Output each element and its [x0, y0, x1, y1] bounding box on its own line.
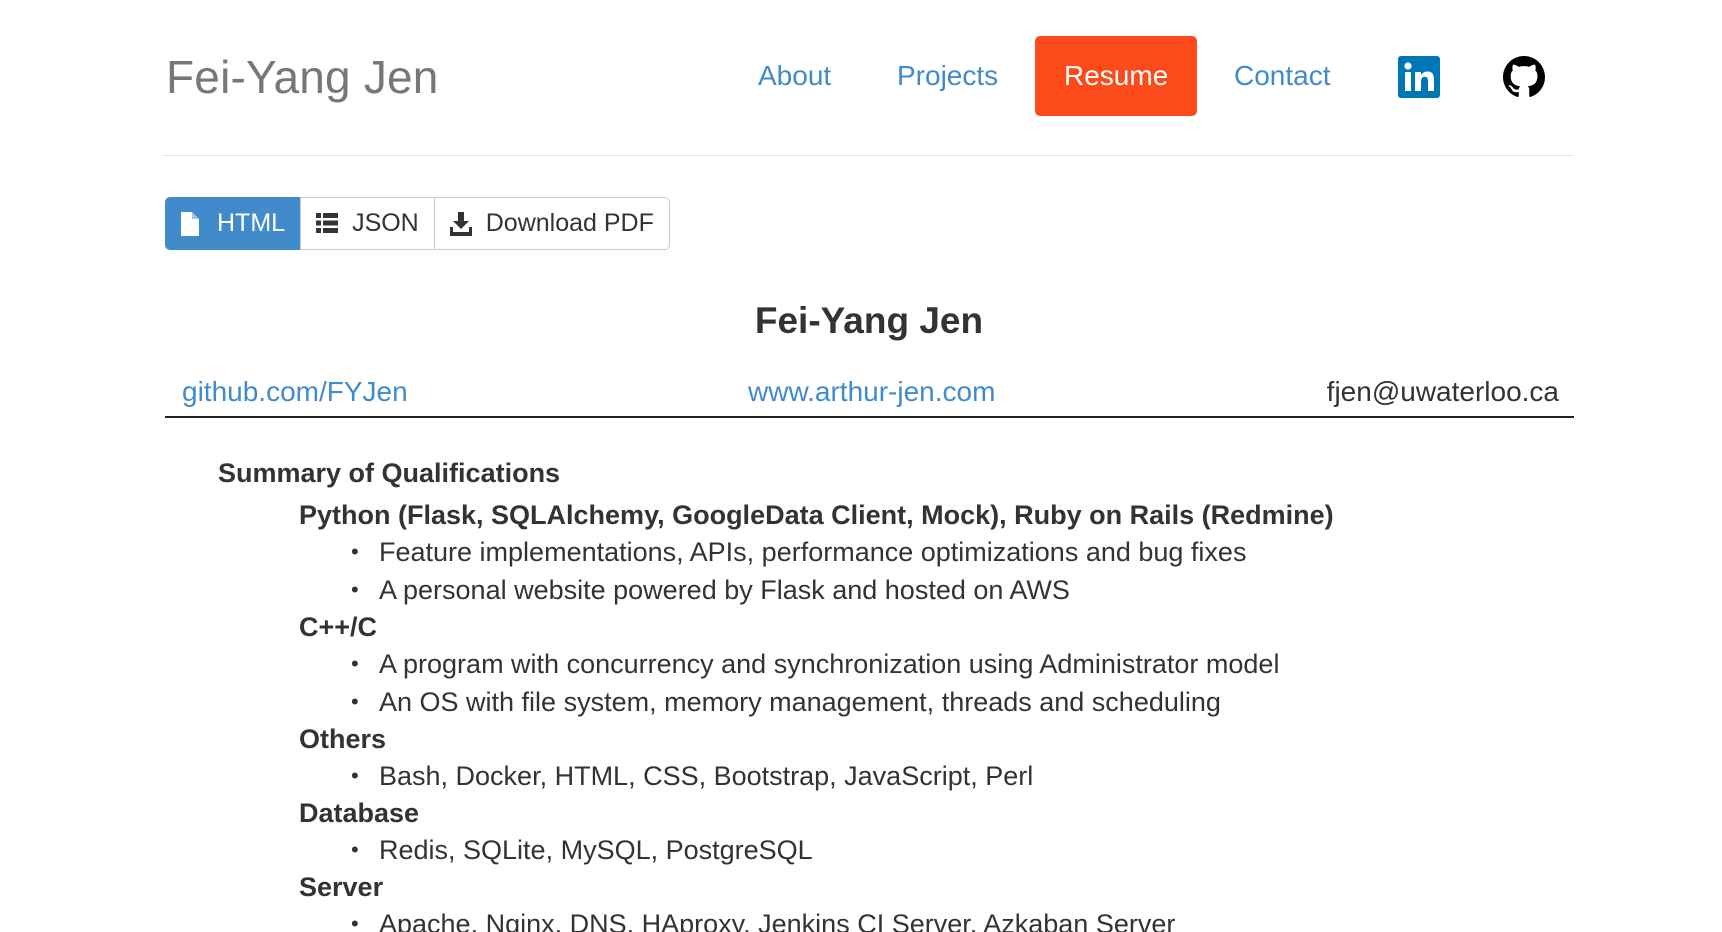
resume-contact-row: github.com/FYJen www.arthur-jen.com fjen… — [165, 368, 1574, 418]
list-item-text: Feature implementations, APIs, performan… — [379, 537, 1247, 567]
resume-name: Fei-Yang Jen — [754, 300, 984, 341]
github-link[interactable]: github.com/FYJen — [182, 376, 408, 408]
email-text: fjen@uwaterloo.ca — [1326, 376, 1559, 407]
list-item-text: Apache, Nginx, DNS, HAproxy, Jenkins CI … — [379, 909, 1176, 932]
format-button-group: HTML JSON Download PDF — [165, 197, 670, 250]
main-nav: About Projects Resume Contact — [164, 36, 1573, 116]
list-icon — [316, 212, 339, 236]
html-button[interactable]: HTML — [165, 197, 302, 250]
nav-projects[interactable]: Projects — [897, 36, 998, 116]
list-item: • Apache, Nginx, DNS, HAproxy, Jenkins CI… — [299, 905, 1549, 932]
nav-resume[interactable]: Resume — [1035, 36, 1198, 116]
list-item-text: Bash, Docker, HTML, CSS, Bootstrap, Java… — [379, 761, 1034, 791]
summary-title: Summary of Qualifications — [218, 458, 561, 488]
page: Fei-Yang Jen About Projects Resume Conta… — [0, 0, 1722, 932]
list-item: • A program with concurrency and synchron… — [351, 649, 1280, 679]
list-item: • A personal website powered by Flask and… — [351, 575, 1070, 605]
website-link[interactable]: www.arthur-jen.com — [748, 376, 995, 408]
site-header: Fei-Yang Jen About Projects Resume Conta… — [164, 0, 1573, 156]
list-item: • Bash, Docker, HTML, CSS, Bootstrap, Jav… — [351, 761, 1034, 791]
category-title: Others — [299, 724, 387, 754]
nav-contact[interactable]: Contact — [1234, 36, 1331, 116]
category-title: C++/C — [299, 612, 378, 642]
html-button-label: HTML — [217, 209, 286, 237]
list-item: • Redis, SQLite, MySQL, PostgreSQL — [351, 835, 813, 865]
category-title: Python (Flask, SQLAlchemy, GoogleData Cl… — [299, 500, 1334, 530]
github-icon[interactable] — [1503, 56, 1545, 98]
list-item-text: A personal website powered by Flask and … — [379, 575, 1070, 605]
download-pdf-button[interactable]: Download PDF — [433, 197, 670, 250]
nav-about[interactable]: About — [758, 36, 831, 116]
download-icon — [449, 211, 472, 236]
category-title: Database — [299, 798, 420, 828]
list-item-text: A program with concurrency and synchroni… — [379, 649, 1280, 679]
list-item: • Feature implementations, APIs, performa… — [351, 537, 1247, 567]
linkedin-icon[interactable] — [1398, 56, 1440, 98]
json-button[interactable]: JSON — [300, 197, 435, 250]
category-title: Server — [299, 872, 384, 902]
file-icon — [181, 211, 203, 236]
list-item: • An OS with file system, memory manageme… — [351, 687, 1221, 717]
download-pdf-button-label: Download PDF — [485, 209, 654, 237]
list-item-text: An OS with file system, memory managemen… — [379, 687, 1221, 717]
json-button-label: JSON — [352, 209, 419, 237]
qualifications-list: Python (Flask, SQLAlchemy, GoogleData Cl… — [299, 497, 1549, 932]
list-item-text: Redis, SQLite, MySQL, PostgreSQL — [379, 835, 813, 865]
